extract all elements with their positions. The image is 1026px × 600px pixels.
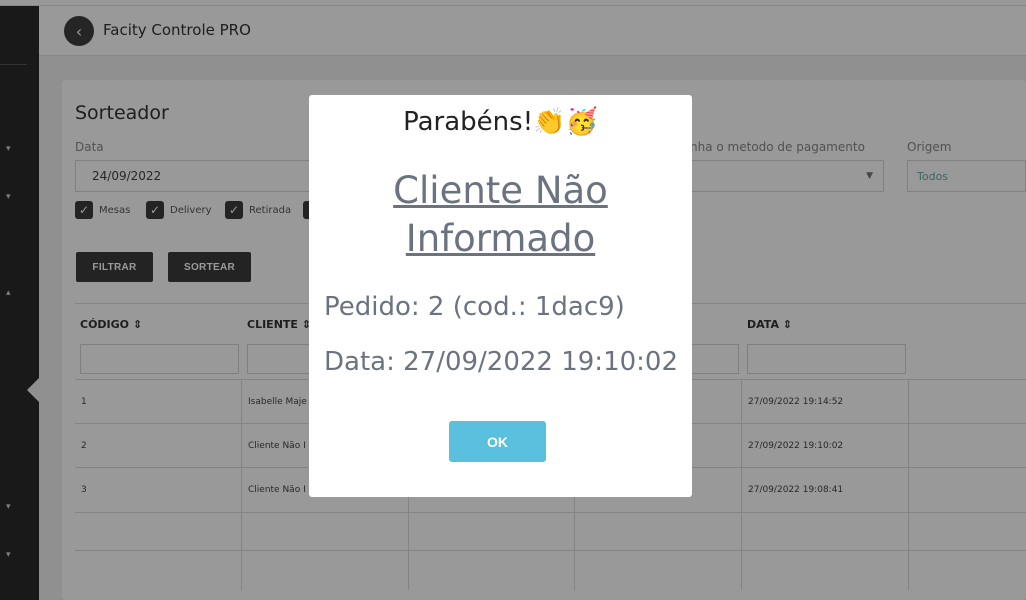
dialog-title: Parabéns!👏🥳 [403,107,598,137]
date-line: Data: 27/09/2022 19:10:02 [324,347,678,377]
winner-dialog: Parabéns!👏🥳 Cliente Não Informado Pedido… [309,95,692,497]
ok-button[interactable]: OK [449,421,546,462]
order-line: Pedido: 2 (cod.: 1dac9) [324,292,625,322]
winner-client-name[interactable]: Cliente Não Informado [309,167,692,263]
